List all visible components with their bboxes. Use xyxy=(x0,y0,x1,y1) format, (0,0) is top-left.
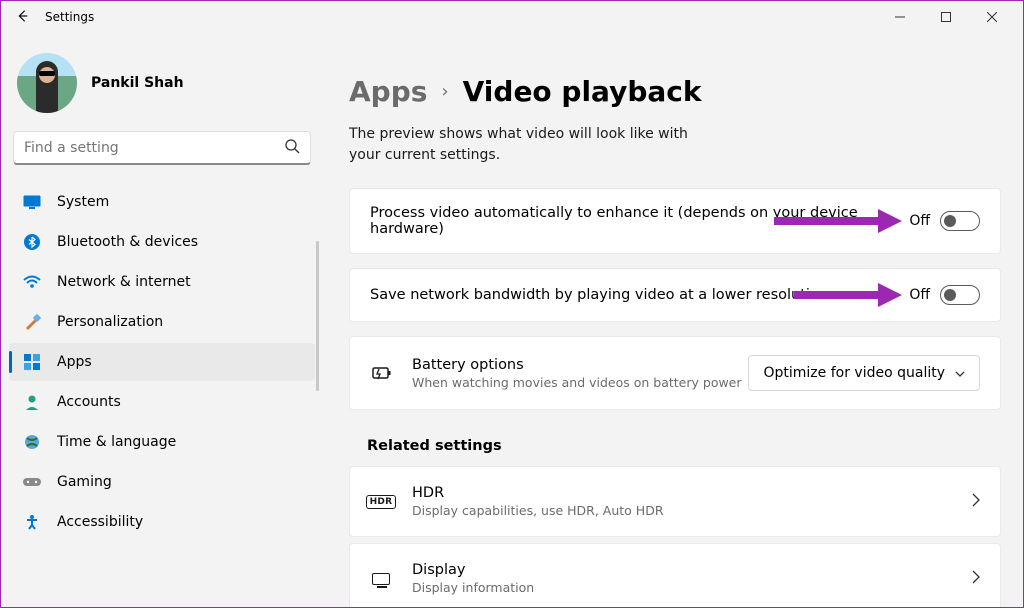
title-bar: Settings xyxy=(1,1,1023,33)
user-name: Pankil Shah xyxy=(91,75,184,91)
sidebar-item-network[interactable]: Network & internet xyxy=(9,263,315,301)
setting-lower-resolution: Save network bandwidth by playing video … xyxy=(349,268,1001,322)
setting-label: Process video automatically to enhance i… xyxy=(370,205,909,237)
sidebar-item-accounts[interactable]: Accounts xyxy=(9,383,315,421)
related-hdr[interactable]: HDR HDR Display capabilities, use HDR, A… xyxy=(349,466,1001,537)
back-icon[interactable] xyxy=(9,8,29,27)
battery-dropdown[interactable]: Optimize for video quality xyxy=(748,355,980,391)
wifi-icon xyxy=(23,273,41,291)
sidebar-item-bluetooth[interactable]: Bluetooth & devices xyxy=(9,223,315,261)
main-content: Apps › Video playback The preview shows … xyxy=(321,33,1023,607)
system-icon xyxy=(23,193,41,211)
search-input[interactable] xyxy=(13,131,311,165)
chevron-down-icon xyxy=(955,365,965,381)
window-title: Settings xyxy=(45,10,94,24)
sidebar-item-label: Accessibility xyxy=(57,514,143,530)
avatar xyxy=(17,53,77,113)
breadcrumb: Apps › Video playback xyxy=(349,75,1001,108)
bandwidth-toggle[interactable] xyxy=(940,285,980,305)
sidebar: Pankil Shah System Bluetooth & devices N… xyxy=(1,33,321,607)
chevron-right-icon xyxy=(972,492,980,511)
toggle-state-label: Off xyxy=(909,213,930,229)
sidebar-item-label: Gaming xyxy=(57,474,112,490)
chevron-right-icon: › xyxy=(441,81,448,102)
related-subtitle: Display capabilities, use HDR, Auto HDR xyxy=(412,503,972,518)
sidebar-item-label: Bluetooth & devices xyxy=(57,234,198,250)
search-field[interactable] xyxy=(24,140,284,156)
hdr-icon: HDR xyxy=(370,493,392,511)
apps-icon xyxy=(23,353,41,371)
nav-list: System Bluetooth & devices Network & int… xyxy=(9,183,315,541)
accessibility-icon xyxy=(23,513,41,531)
breadcrumb-parent[interactable]: Apps xyxy=(349,75,427,108)
maximize-button[interactable] xyxy=(923,1,969,33)
setting-subtitle: When watching movies and videos on batte… xyxy=(412,375,748,390)
profile-block[interactable]: Pankil Shah xyxy=(9,45,315,131)
person-icon xyxy=(23,393,41,411)
page-description: The preview shows what video will look l… xyxy=(349,124,689,166)
sidebar-item-label: Time & language xyxy=(57,434,176,450)
dropdown-value: Optimize for video quality xyxy=(763,365,945,381)
sidebar-item-label: Network & internet xyxy=(57,274,191,290)
page-title: Video playback xyxy=(463,75,702,108)
related-settings-heading: Related settings xyxy=(367,438,1001,454)
sidebar-item-system[interactable]: System xyxy=(9,183,315,221)
clock-globe-icon xyxy=(23,433,41,451)
chevron-right-icon xyxy=(972,569,980,588)
related-title: Display xyxy=(412,562,972,578)
enhance-toggle[interactable] xyxy=(940,211,980,231)
sidebar-item-gaming[interactable]: Gaming xyxy=(9,463,315,501)
sidebar-item-personalization[interactable]: Personalization xyxy=(9,303,315,341)
close-button[interactable] xyxy=(969,1,1015,33)
sidebar-item-label: Accounts xyxy=(57,394,121,410)
sidebar-item-label: Personalization xyxy=(57,314,163,330)
setting-battery-options: Battery options When watching movies and… xyxy=(349,336,1001,410)
minimize-button[interactable] xyxy=(877,1,923,33)
sidebar-item-time[interactable]: Time & language xyxy=(9,423,315,461)
sidebar-item-accessibility[interactable]: Accessibility xyxy=(9,503,315,541)
sidebar-item-label: System xyxy=(57,194,109,210)
battery-icon xyxy=(370,364,392,382)
bluetooth-icon xyxy=(23,233,41,251)
setting-enhance-video: Process video automatically to enhance i… xyxy=(349,188,1001,254)
related-subtitle: Display information xyxy=(412,580,972,595)
search-icon xyxy=(284,138,300,158)
sidebar-item-label: Apps xyxy=(57,354,92,370)
setting-title: Battery options xyxy=(412,357,748,373)
toggle-state-label: Off xyxy=(909,287,930,303)
sidebar-scrollbar[interactable] xyxy=(316,241,319,391)
setting-label: Save network bandwidth by playing video … xyxy=(370,287,909,303)
display-icon xyxy=(370,570,392,588)
sidebar-item-apps[interactable]: Apps xyxy=(9,343,315,381)
related-title: HDR xyxy=(412,485,972,501)
brush-icon xyxy=(23,313,41,331)
gamepad-icon xyxy=(23,473,41,491)
related-display[interactable]: Display Display information xyxy=(349,543,1001,607)
